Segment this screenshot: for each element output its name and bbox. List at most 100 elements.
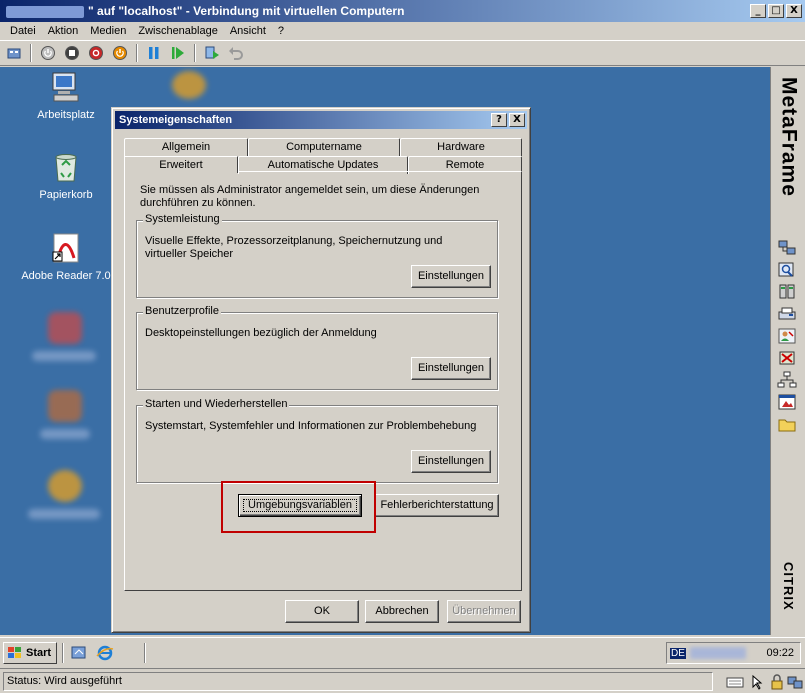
taskbar-separator: [62, 643, 64, 663]
start-label: Start: [26, 647, 52, 659]
minimize-button[interactable]: _: [750, 4, 766, 18]
adobe-reader-icon: [50, 232, 82, 264]
keyboard-icon: [726, 674, 744, 690]
menu-medien[interactable]: Medien: [84, 25, 132, 37]
menu-aktion[interactable]: Aktion: [42, 25, 85, 37]
reset-icon[interactable]: [110, 43, 130, 63]
show-desktop-icon[interactable]: [70, 645, 88, 661]
tab-hardware[interactable]: Hardware: [400, 138, 522, 156]
mouse-icon: [748, 674, 766, 690]
environment-variables-button[interactable]: Umgebungsvariablen: [238, 494, 362, 517]
status-text: Status: Wird ausgeführt: [3, 672, 713, 691]
internet-explorer-icon[interactable]: [96, 645, 114, 661]
status-bar: Status: Wird ausgeführt: [0, 668, 805, 693]
snapshot-icon[interactable]: [202, 43, 222, 63]
desktop-icon-papierkorb[interactable]: Papierkorb: [18, 151, 114, 201]
dialog-close-button[interactable]: X: [509, 113, 525, 127]
maximize-button[interactable]: □: [768, 4, 784, 18]
blurred-desktop-icon: [48, 390, 82, 422]
tab-erweitert[interactable]: Erweitert: [124, 156, 238, 173]
lock-icon: [768, 674, 786, 690]
desktop-icon-label: Adobe Reader 7.0: [21, 270, 111, 282]
network-status-icon: [786, 674, 804, 690]
vm-connection-window: " auf "localhost" - Verbindung mit virtu…: [0, 0, 805, 693]
blurred-desktop-label: [28, 509, 100, 519]
server-tree-icon[interactable]: [777, 283, 797, 301]
network-icon[interactable]: [777, 239, 797, 257]
redacted-vm-name: [6, 5, 84, 18]
metaframe-panel: MetaFrame CITRIX: [770, 67, 805, 635]
menu-zwischenablage[interactable]: Zwischenablage: [132, 25, 224, 37]
blurred-desktop-icon: [48, 470, 82, 502]
shutdown-icon[interactable]: [86, 43, 106, 63]
systemleistung-settings-button[interactable]: Einstellungen: [411, 265, 491, 288]
tab-computername[interactable]: Computername: [248, 138, 400, 156]
blurred-desktop-icon: [48, 312, 82, 344]
ok-button[interactable]: OK: [285, 600, 359, 623]
apply-button[interactable]: Übernehmen: [447, 600, 521, 623]
group-starten-wiederherstellen: Starten und Wiederherstellen Systemstart…: [136, 398, 498, 483]
my-computer-icon: [50, 71, 82, 103]
toolbar-separator: [30, 44, 32, 62]
resume-icon[interactable]: [168, 43, 188, 63]
cancel-button[interactable]: Abbrechen: [365, 600, 439, 623]
taskbar: Start DE 09:22: [0, 637, 805, 667]
tab-allgemein[interactable]: Allgemein: [124, 138, 248, 156]
search-icon[interactable]: [777, 261, 797, 279]
group-description: Visuelle Effekte, Prozessorzeitplanung, …: [145, 235, 443, 260]
start-button[interactable]: Start: [3, 642, 57, 664]
windows-logo-icon: [8, 647, 21, 658]
group-description: Systemstart, Systemfehler und Informatio…: [145, 420, 477, 432]
blurred-desktop-label: [40, 429, 90, 439]
revert-icon[interactable]: [226, 43, 246, 63]
help-button[interactable]: ?: [491, 113, 507, 127]
toolbar: [0, 40, 805, 66]
language-indicator[interactable]: DE: [670, 647, 686, 659]
desktop-icon-label: Arbeitsplatz: [37, 109, 95, 121]
recycle-bin-icon: [50, 151, 82, 183]
error-reporting-button[interactable]: Fehlerberichterstattung: [375, 494, 499, 517]
host-title-text: " auf "localhost" - Verbindung mit virtu…: [88, 4, 405, 18]
pause-icon[interactable]: [144, 43, 164, 63]
blurred-tray-icons: [689, 647, 746, 659]
menubar: Datei Aktion Medien Zwischenablage Ansic…: [0, 22, 805, 40]
power-icon[interactable]: [38, 43, 58, 63]
toolbar-separator: [136, 44, 138, 62]
hierarchy-icon[interactable]: [777, 371, 797, 389]
close-button[interactable]: X: [786, 4, 802, 18]
dialog-title: Systemeigenschaften: [119, 114, 233, 126]
benutzerprofile-settings-button[interactable]: Einstellungen: [411, 357, 491, 380]
citrix-logo: CITRIX: [781, 562, 796, 611]
folder-icon[interactable]: [777, 415, 797, 433]
printer-icon[interactable]: [777, 305, 797, 323]
users-icon[interactable]: [777, 327, 797, 345]
blurred-desktop-label: [32, 351, 96, 361]
desktop-icon-adobe-reader[interactable]: Adobe Reader 7.0: [18, 232, 114, 282]
desktop-icon-label: Papierkorb: [39, 189, 93, 201]
group-legend: Benutzerprofile: [143, 305, 221, 317]
admin-note: Sie müssen als Administrator angemeldet …: [140, 184, 480, 209]
stop-icon[interactable]: [62, 43, 82, 63]
system-tray: DE 09:22: [666, 642, 801, 664]
menu-ansicht[interactable]: Ansicht: [224, 25, 272, 37]
desktop-icon-arbeitsplatz[interactable]: Arbeitsplatz: [18, 71, 114, 121]
host-title-bar[interactable]: " auf "localhost" - Verbindung mit virtu…: [0, 0, 805, 22]
disconnect-icon[interactable]: [777, 349, 797, 367]
group-legend: Starten und Wiederherstellen: [143, 398, 290, 410]
group-benutzerprofile: Benutzerprofile Desktopeinstellungen bez…: [136, 305, 498, 390]
menu-help[interactable]: ?: [272, 25, 290, 37]
group-systemleistung: Systemleistung Visuelle Effekte, Prozess…: [136, 213, 498, 298]
image-window-icon[interactable]: [777, 393, 797, 411]
focus-rectangle: [243, 499, 357, 512]
menu-datei[interactable]: Datei: [4, 25, 42, 37]
toolbar-separator: [194, 44, 196, 62]
starten-settings-button[interactable]: Einstellungen: [411, 450, 491, 473]
tab-row-back: Allgemein Computername Hardware: [124, 138, 522, 156]
tray-clock[interactable]: 09:22: [766, 647, 794, 659]
group-legend: Systemleistung: [143, 213, 222, 225]
ctrl-alt-del-icon[interactable]: [4, 43, 24, 63]
taskbar-separator: [144, 643, 146, 663]
group-description: Desktopeinstellungen bezüglich der Anmel…: [145, 327, 377, 339]
dialog-title-bar[interactable]: Systemeigenschaften ? X: [115, 111, 527, 129]
blurred-desktop-icon: [172, 71, 206, 99]
